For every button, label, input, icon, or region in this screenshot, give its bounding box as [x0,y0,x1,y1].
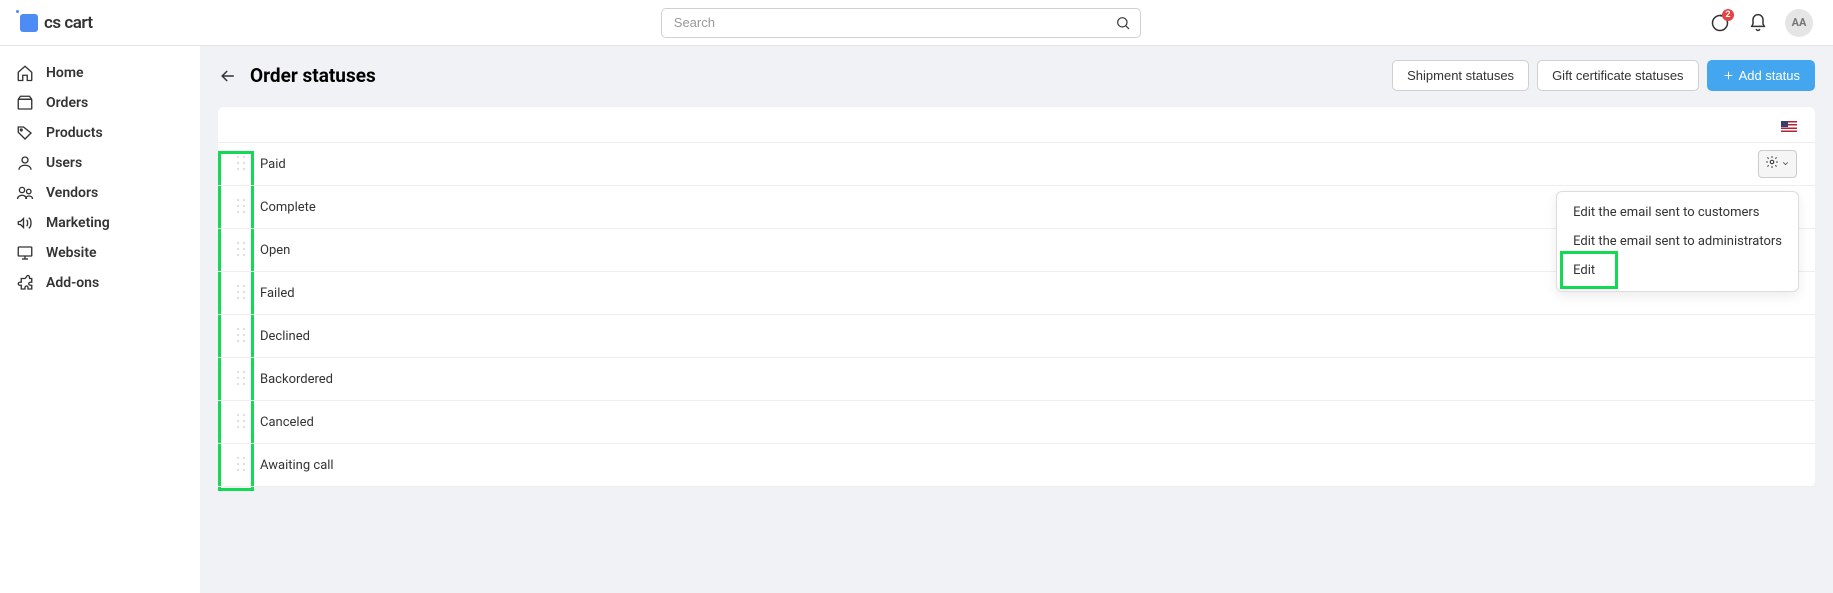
top-header: cs cart 2 AA [0,0,1833,46]
status-label[interactable]: Backordered [260,372,333,387]
drag-handle-icon[interactable] [236,284,250,302]
page-actions: Shipment statuses Gift certificate statu… [1392,60,1815,91]
tag-icon [16,124,34,142]
status-label[interactable]: Paid [260,157,286,172]
dropdown-item[interactable]: Edit [1557,256,1798,285]
updates-icon[interactable]: 2 [1709,12,1731,34]
sidebar-item-marketing[interactable]: Marketing [0,208,200,238]
avatar[interactable]: AA [1785,9,1813,37]
gift-certificate-statuses-button[interactable]: Gift certificate statuses [1537,60,1699,91]
search-box [661,8,1141,38]
megaphone-icon [16,214,34,232]
status-label[interactable]: Awaiting call [260,458,334,473]
content-card: Paid Complete Open Failed Declined Backordere… [218,107,1815,487]
sidebar-item-label: Website [46,245,97,261]
sidebar-item-label: Orders [46,95,88,111]
search-icon[interactable] [1115,15,1131,31]
sidebar-item-home[interactable]: Home [0,58,200,88]
sidebar-item-orders[interactable]: Orders [0,88,200,118]
drag-handle-icon[interactable] [236,413,250,431]
sidebar-item-addons[interactable]: Add-ons [0,268,200,298]
row-gear-button[interactable] [1758,150,1797,178]
bell-icon[interactable] [1747,12,1769,34]
orders-icon [16,94,34,112]
shipment-statuses-button[interactable]: Shipment statuses [1392,60,1529,91]
drag-handle-icon[interactable] [236,456,250,474]
status-label[interactable]: Declined [260,329,310,344]
status-row[interactable]: Paid [218,143,1815,186]
drag-handle-icon[interactable] [236,327,250,345]
drag-handle-icon[interactable] [236,198,250,216]
user-icon [16,154,34,172]
status-row[interactable]: Canceled [218,401,1815,444]
brand-text: cs cart [44,13,93,33]
gear-icon [1765,155,1779,173]
dropdown-item[interactable]: Edit the email sent to administrators [1557,227,1798,256]
sidebar-item-label: Add-ons [46,275,99,291]
page-header: Order statuses Shipment statuses Gift ce… [218,60,1815,91]
sidebar-item-products[interactable]: Products [0,118,200,148]
status-label[interactable]: Canceled [260,415,314,430]
vendors-icon [16,184,34,202]
home-icon [16,64,34,82]
layout: Home Orders Products Users Vendors Marke… [0,46,1833,593]
header-right: 2 AA [1709,9,1813,37]
sidebar-item-label: Vendors [46,185,98,201]
puzzle-icon [16,274,34,292]
logo-icon [20,14,38,32]
caret-down-icon [1781,156,1790,172]
brand-logo[interactable]: cs cart [20,13,93,33]
dropdown-item[interactable]: Edit the email sent to customers [1557,198,1798,227]
drag-handle-icon[interactable] [236,241,250,259]
search-wrap [93,8,1709,38]
sidebar-item-label: Home [46,65,84,81]
updates-badge: 2 [1722,9,1734,21]
avatar-initials: AA [1792,16,1807,29]
sidebar-item-label: Products [46,125,103,141]
status-row[interactable]: Awaiting call [218,444,1815,487]
status-row[interactable]: Backordered [218,358,1815,401]
add-status-button[interactable]: Add status [1707,60,1815,91]
sidebar-item-website[interactable]: Website [0,238,200,268]
sidebar-item-label: Users [46,155,82,171]
sidebar: Home Orders Products Users Vendors Marke… [0,46,200,593]
drag-handle-icon[interactable] [236,155,250,173]
sidebar-item-label: Marketing [46,215,110,231]
monitor-icon [16,244,34,262]
flag-us-icon[interactable] [1781,121,1797,132]
page-title: Order statuses [250,64,376,87]
main: Order statuses Shipment statuses Gift ce… [200,46,1833,593]
status-label[interactable]: Complete [260,200,316,215]
row-actions-dropdown: Edit the email sent to customersEdit the… [1556,191,1799,292]
drag-handle-icon[interactable] [236,370,250,388]
highlight-edit [1560,251,1618,289]
status-label[interactable]: Failed [260,286,295,301]
status-label[interactable]: Open [260,243,290,258]
add-status-label: Add status [1739,68,1800,83]
status-row[interactable]: Declined [218,315,1815,358]
page-title-wrap: Order statuses [218,64,376,87]
sidebar-item-vendors[interactable]: Vendors [0,178,200,208]
back-button[interactable] [218,66,238,86]
search-input[interactable] [661,8,1141,38]
language-row [218,107,1815,142]
sidebar-item-users[interactable]: Users [0,148,200,178]
